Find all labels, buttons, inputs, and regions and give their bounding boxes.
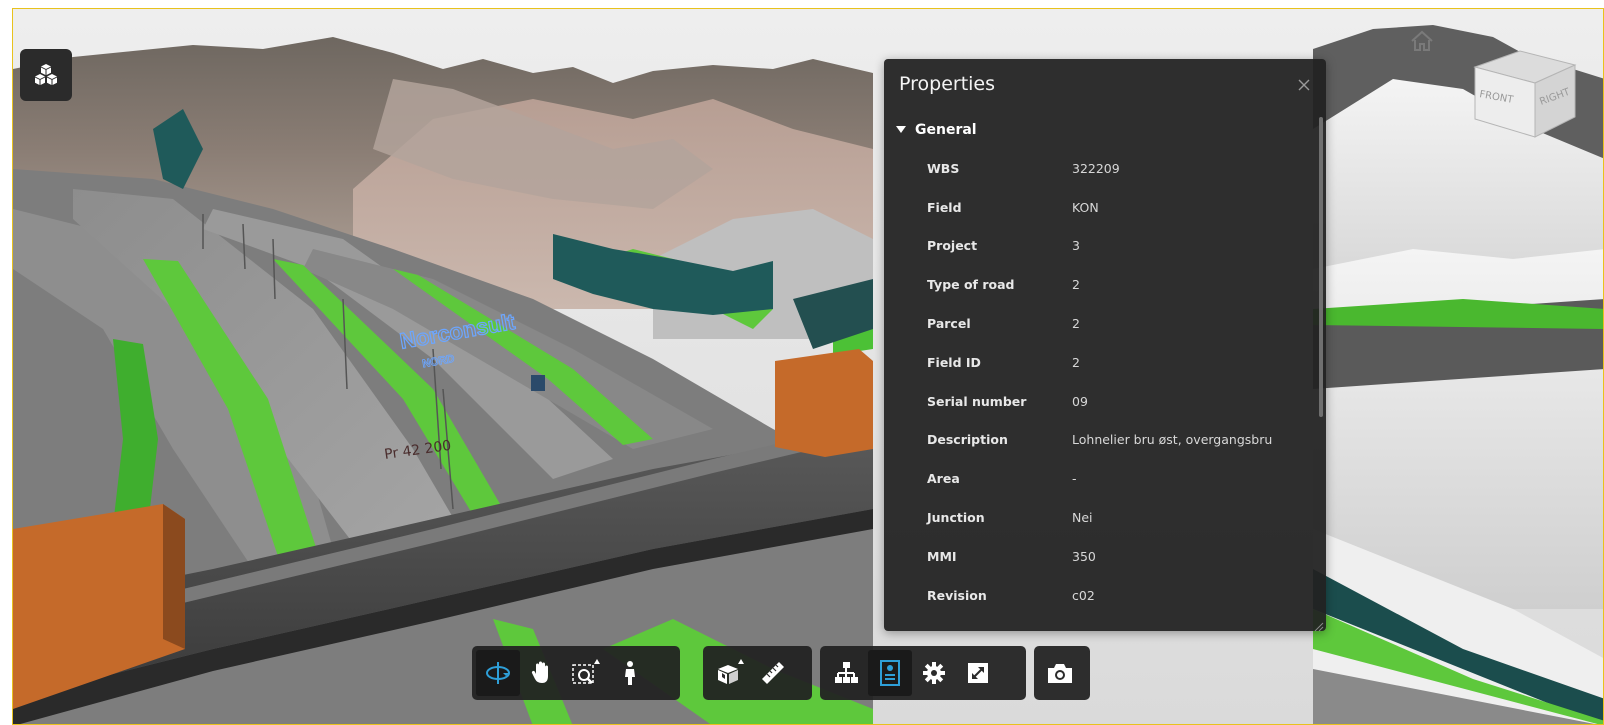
model-browser-icon: [835, 662, 858, 683]
property-row[interactable]: Parcel 2: [884, 304, 1314, 343]
cubes-icon: [35, 64, 57, 85]
section-box-icon: [718, 659, 744, 684]
zoom-window-button[interactable]: [564, 650, 608, 696]
property-key: Serial number: [927, 393, 1027, 409]
model-browser-button[interactable]: [20, 49, 72, 101]
property-value: -: [1072, 471, 1077, 487]
settings-button[interactable]: [912, 650, 956, 696]
property-value: Lohnelier bru øst, overgangsbru: [1072, 432, 1273, 448]
property-key: Field ID: [927, 354, 981, 370]
orbit-button[interactable]: [476, 650, 520, 696]
property-key: Description: [927, 432, 1008, 448]
property-value: 2: [1072, 277, 1080, 293]
property-key: Area: [927, 471, 960, 487]
property-list: WBS 322209 Field KON Project 3 Type of road 2 Pa…: [884, 149, 1314, 615]
fullscreen-icon: [968, 663, 988, 683]
tools-toolbar: [703, 646, 812, 700]
camera-icon: [1048, 664, 1072, 683]
property-key: WBS: [927, 160, 960, 176]
property-row[interactable]: MMI 350: [884, 537, 1314, 576]
property-row[interactable]: Field KON: [884, 188, 1314, 227]
property-value: KON: [1072, 199, 1099, 215]
home-icon: [1411, 30, 1433, 51]
properties-panel[interactable]: Properties General WBS 322209 Field KON Proj…: [884, 59, 1326, 632]
extensions-toolbar: [820, 646, 1026, 700]
property-row[interactable]: Serial number 09: [884, 382, 1314, 421]
scrollbar[interactable]: [1319, 117, 1323, 417]
property-row[interactable]: Description Lohnelier bru øst, overgangsb…: [884, 421, 1314, 460]
property-value: Nei: [1072, 510, 1093, 526]
properties-button[interactable]: [868, 650, 912, 696]
zoom-window-icon: [572, 659, 600, 684]
property-value: 322209: [1072, 160, 1120, 176]
property-row[interactable]: Project 3: [884, 227, 1314, 266]
property-key: MMI: [927, 548, 957, 564]
property-row[interactable]: Junction Nei: [884, 498, 1314, 537]
property-value: c02: [1072, 587, 1095, 603]
capture-toolbar: [1034, 646, 1090, 700]
resize-grip-icon[interactable]: [1312, 617, 1324, 632]
property-key: Junction: [927, 510, 985, 526]
3d-scene[interactable]: Norconsult NORD Pr 42 200: [13, 9, 1604, 725]
property-row[interactable]: WBS 322209: [884, 149, 1314, 188]
property-key: Field: [927, 199, 962, 215]
property-value: 350: [1072, 548, 1096, 564]
property-key: Parcel: [927, 316, 971, 332]
properties-icon: [880, 660, 900, 686]
pan-button[interactable]: [520, 650, 564, 696]
close-icon: [1298, 79, 1310, 91]
properties-title: Properties: [899, 73, 996, 95]
pan-icon: [531, 661, 548, 683]
property-key: Type of road: [927, 277, 1015, 293]
property-row[interactable]: Area -: [884, 459, 1314, 498]
property-row[interactable]: Type of road 2: [884, 265, 1314, 304]
settings-icon: [923, 662, 945, 684]
property-value: 3: [1072, 238, 1080, 254]
view-cube[interactable]: FRONT RIGHT: [1465, 45, 1585, 141]
property-key: Revision: [927, 587, 987, 603]
measure-icon: [762, 662, 784, 684]
section-title: General: [915, 122, 977, 138]
property-row[interactable]: Revision c02: [884, 576, 1314, 615]
navigation-toolbar: [472, 646, 680, 700]
fullscreen-button[interactable]: [956, 650, 1000, 696]
property-value: 2: [1072, 316, 1080, 332]
close-button[interactable]: [1294, 75, 1314, 95]
property-value: 09: [1072, 393, 1088, 409]
property-value: 2: [1072, 354, 1080, 370]
model-browser-tool-button[interactable]: [824, 650, 868, 696]
home-view-button[interactable]: [1409, 29, 1435, 53]
screenshot-button[interactable]: [1038, 650, 1082, 696]
caret-down-icon: [896, 126, 906, 133]
property-row[interactable]: Field ID 2: [884, 343, 1314, 382]
orbit-icon: [486, 662, 510, 684]
first-person-icon: [625, 661, 635, 685]
section-box-button[interactable]: [707, 650, 751, 696]
property-key: Project: [927, 238, 978, 254]
measure-button[interactable]: [751, 650, 795, 696]
3d-viewer[interactable]: Norconsult NORD Pr 42 200 FRONT RIGHT Pr…: [12, 8, 1604, 725]
section-general-header[interactable]: General: [896, 119, 977, 141]
first-person-button[interactable]: [608, 650, 652, 696]
